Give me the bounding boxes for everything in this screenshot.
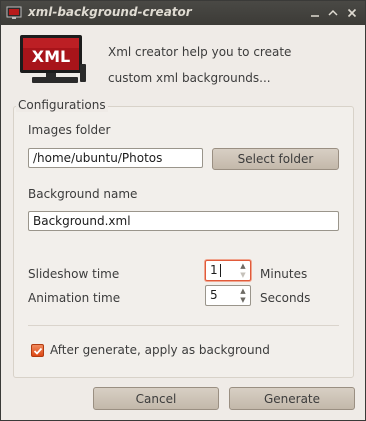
cancel-button[interactable]: Cancel xyxy=(93,387,219,410)
xml-logo-icon: XML xyxy=(20,35,86,83)
slideshow-time-label: Slideshow time xyxy=(28,267,120,281)
slideshow-time-spinner[interactable]: 1 ▲ ▼ xyxy=(205,260,251,281)
slideshow-time-value[interactable]: 1 xyxy=(210,263,218,277)
text-caret xyxy=(220,264,221,277)
configurations-group xyxy=(13,106,354,378)
animation-time-label: Animation time xyxy=(28,291,121,305)
animation-time-spinner[interactable]: 5 ▲ ▼ xyxy=(205,285,251,306)
spin-down-icon[interactable]: ▼ xyxy=(240,271,245,279)
images-folder-input[interactable]: /home/ubuntu/Photos xyxy=(28,148,203,168)
app-icon xyxy=(6,6,22,19)
intro-line-2: custom xml backgrounds... xyxy=(108,71,271,85)
app-window: xml-background-creator XML Xml creator h… xyxy=(0,0,366,421)
logo-text: XML xyxy=(32,47,70,66)
intro-text: Xml creator help you to create custom xm… xyxy=(108,39,358,91)
minimize-icon[interactable] xyxy=(306,4,324,22)
checkmark-icon xyxy=(33,347,42,355)
close-icon[interactable] xyxy=(343,4,361,22)
background-name-input[interactable]: Background.xml xyxy=(28,211,339,231)
background-name-label: Background name xyxy=(28,187,138,201)
window-title: xml-background-creator xyxy=(28,5,192,19)
divider xyxy=(28,325,339,326)
apply-background-checkbox[interactable] xyxy=(31,344,44,357)
title-bar[interactable]: xml-background-creator xyxy=(1,1,365,25)
animation-time-unit: Seconds xyxy=(260,291,311,305)
animation-time-value[interactable]: 5 xyxy=(210,288,218,302)
spin-down-icon[interactable]: ▼ xyxy=(240,296,245,304)
images-folder-label: Images folder xyxy=(28,123,111,137)
generate-button[interactable]: Generate xyxy=(229,387,355,410)
select-folder-button[interactable]: Select folder xyxy=(212,148,339,170)
configurations-group-label: Configurations xyxy=(16,98,108,112)
intro-line-1: Xml creator help you to create xyxy=(108,45,292,59)
maximize-icon[interactable] xyxy=(324,4,342,22)
spin-up-icon[interactable]: ▲ xyxy=(240,287,245,295)
spin-up-icon[interactable]: ▲ xyxy=(240,262,245,270)
apply-background-label[interactable]: After generate, apply as background xyxy=(50,343,270,357)
slideshow-time-unit: Minutes xyxy=(260,267,308,281)
